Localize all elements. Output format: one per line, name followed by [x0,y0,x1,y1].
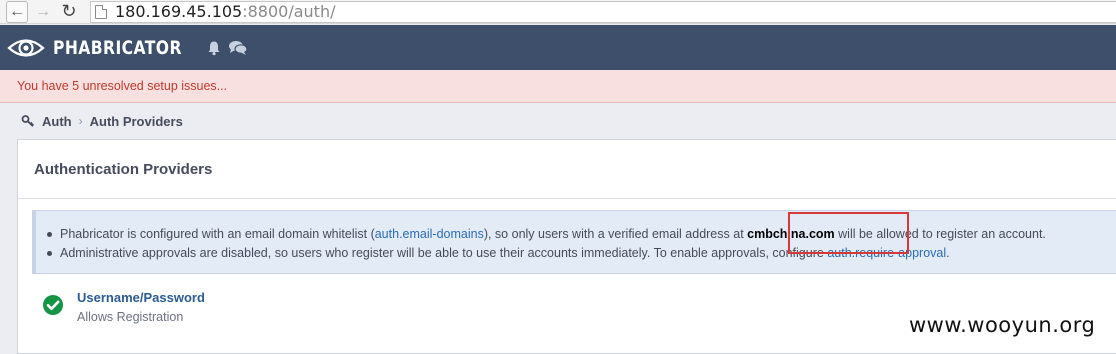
url-host: 180.169.45.105 [115,2,243,21]
auth-email-domains-link[interactable]: auth.email-domains [375,227,484,241]
provider-name-link[interactable]: Username/Password [77,290,205,305]
info-text: ), so only users with a verified email a… [483,227,748,241]
provider-status: Allows Registration [77,310,184,324]
page-title: Authentication Providers [34,161,213,178]
breadcrumb-auth-providers[interactable]: Auth Providers [90,114,183,129]
screenshot-root: { "browser": { "url_host": "180.169.45.1… [0,0,1116,354]
setup-issues-banner[interactable]: You have 5 unresolved setup issues... [0,70,1116,103]
info-text: Administrative approvals are disabled, s… [60,246,828,260]
url-path: :8800/auth/ [242,2,336,21]
browser-toolbar: ← → ↻ 180.169.45.105:8800/auth/ [0,0,1116,24]
back-arrow-icon[interactable]: ← [6,0,28,23]
check-circle-icon [43,295,63,315]
key-icon [21,115,34,127]
notification-bell-icon[interactable] [206,40,222,56]
address-bar[interactable]: 180.169.45.105:8800/auth/ [90,0,1116,23]
messages-chat-icon[interactable] [228,40,248,56]
info-text: Phabricator is configured with an email … [60,227,375,241]
breadcrumb-auth[interactable]: Auth [42,114,72,129]
reload-icon[interactable]: ↻ [58,1,80,23]
setup-issues-text[interactable]: You have 5 unresolved setup issues... [17,79,227,93]
chevron-right-icon: › [78,114,83,128]
main-menu-bar: PHABRICATOR [0,25,1116,70]
phabricator-eye-logo-icon[interactable] [7,35,45,61]
info-text: . [946,246,950,260]
watermark-text: www.wooyun.org [909,313,1096,337]
breadcrumb: Auth › Auth Providers [0,104,1116,138]
annotation-highlight-box [788,212,909,254]
page-icon [95,4,107,19]
panel-divider [18,198,1116,199]
info-notice-box: Phabricator is configured with an email … [32,210,1116,274]
forward-arrow-icon[interactable]: → [32,1,54,23]
brand-wordmark[interactable]: PHABRICATOR [53,37,182,59]
